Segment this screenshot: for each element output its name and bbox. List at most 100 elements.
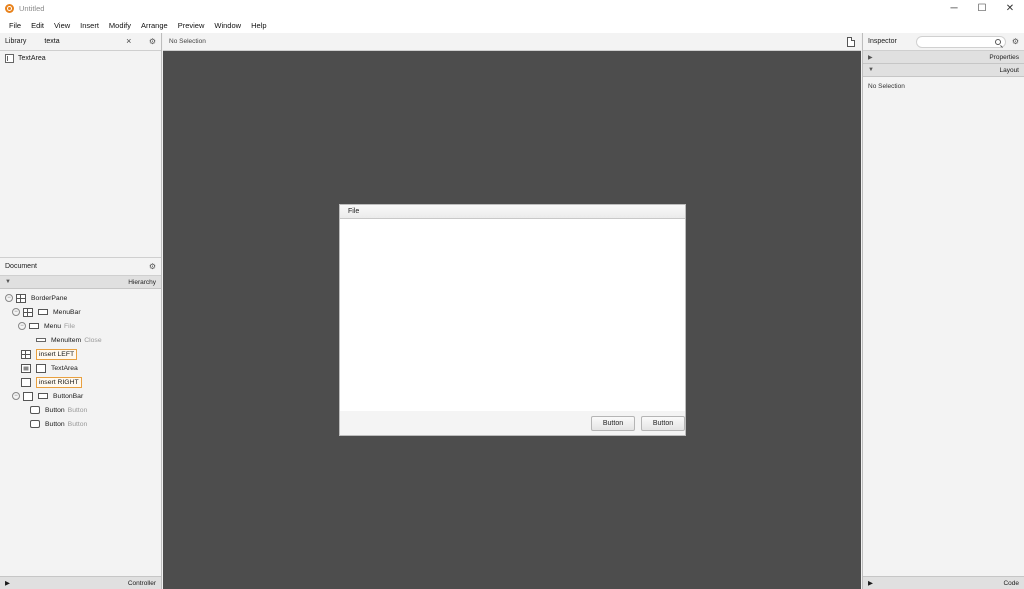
library-title: Library [5,38,27,45]
expand-arrow-icon: ▶ [5,580,10,587]
library-item-textarea[interactable]: TextArea [0,51,161,65]
collapse-toggle-icon[interactable]: − [18,322,26,330]
library-item-label: TextArea [18,54,46,62]
tree-hint: File [64,322,75,330]
tree-label: TextArea [51,364,78,372]
library-search-input[interactable] [44,38,125,45]
inspector-title: Inspector [868,38,897,45]
expand-arrow-icon: ▶ [868,54,873,61]
clear-search-icon[interactable]: × [126,35,131,48]
library-header: Library × ⚙ [0,33,161,51]
inspector-panel: Inspector ⚙ ▶ Properties ▼ Layout No Sel… [862,33,1024,589]
content-canvas[interactable]: No Selection File Button Button [163,33,861,589]
code-bar[interactable]: ▶ Code [863,576,1024,589]
menubar-icon [38,309,48,315]
document-gear-icon[interactable]: ⚙ [149,262,156,271]
hierarchy-label: Hierarchy [128,278,156,286]
collapse-toggle-icon[interactable]: − [5,294,13,302]
left-panel: Library × ⚙ TextArea Document ⚙ ▼ Hierar… [0,33,162,589]
menubar-small-icon [23,307,33,317]
menu-bar: File Edit View Insert Modify Arrange Pre… [0,17,1024,33]
button-icon [30,406,40,414]
tree-label: ButtonBar [53,392,84,400]
document-icon[interactable] [847,36,855,47]
tree-hint: Button [67,406,88,414]
collapse-toggle-icon[interactable]: − [12,392,20,400]
tree-hint: Button [67,420,88,428]
menu-insert[interactable]: Insert [75,21,104,30]
menu-arrange[interactable]: Arrange [136,21,173,30]
menu-preview[interactable]: Preview [173,21,210,30]
library-search: × [38,35,135,48]
borderpane-icon [16,293,26,303]
tree-row[interactable]: insert LEFT [0,347,161,361]
tree-row[interactable]: − MenuBar [0,305,161,319]
menu-window[interactable]: Window [209,21,246,30]
tree-label: Menu [44,322,62,330]
minimize-button[interactable]: ─ [940,0,968,17]
library-gear-icon[interactable]: ⚙ [149,37,156,46]
menuitem-icon [36,338,46,342]
code-label: Code [1003,579,1019,587]
tree-row[interactable]: Button Button [0,403,161,417]
preview-textarea[interactable] [340,219,685,412]
tree-insert-label: insert LEFT [36,348,78,360]
layout-label: Layout [999,66,1019,74]
preview-button-1[interactable]: Button [591,415,635,431]
tree-row[interactable]: − BorderPane [0,291,161,305]
menu-view[interactable]: View [49,21,75,30]
menu-icon [29,323,39,329]
tree-label: MenuBar [53,308,81,316]
search-icon [994,38,1001,45]
expand-arrow-icon: ▼ [5,279,11,285]
menu-edit[interactable]: Edit [26,21,49,30]
window-titlebar: Untitled ─ ☐ ✕ [0,0,1024,17]
buttonbar-icon [38,393,48,399]
tree-row[interactable]: TextArea [0,361,161,375]
canvas-header: No Selection [163,33,861,51]
textarea-slot-icon [21,363,31,373]
tree-row[interactable]: − Menu File [0,319,161,333]
inspector-gear-icon[interactable]: ⚙ [1012,37,1019,46]
inspector-search-input[interactable] [915,35,1006,48]
inspector-no-selection: No Selection [868,83,905,90]
maximize-button[interactable]: ☐ [968,0,996,17]
tree-label: MenuItem [51,336,82,344]
tree-hint: Close [84,336,102,344]
preview-menu-file[interactable]: File [348,208,359,215]
tree-row[interactable]: insert RIGHT [0,375,161,389]
tree-row[interactable]: MenuItem Close [0,333,161,347]
insert-left-icon [21,349,31,359]
preview-button-2[interactable]: Button [641,415,685,431]
inspector-header: Inspector ⚙ [863,33,1024,51]
document-title: Document [5,263,37,270]
tree-label: Button [45,406,65,414]
insert-right-icon [21,377,31,387]
buttonbar-slot-icon [23,391,33,401]
tree-insert-label: insert RIGHT [36,376,82,388]
tree-row[interactable]: Button Button [0,417,161,431]
tree-label: Button [45,420,65,428]
collapse-toggle-icon[interactable]: − [12,308,20,316]
menu-modify[interactable]: Modify [104,21,136,30]
window-controls: ─ ☐ ✕ [940,0,1024,17]
controller-label: Controller [127,579,156,587]
layout-bar[interactable]: ▼ Layout [863,64,1024,77]
menu-file[interactable]: File [4,21,26,30]
hierarchy-tree: − BorderPane − MenuBar − Menu File MenuI… [0,289,161,431]
properties-bar[interactable]: ▶ Properties [863,51,1024,64]
window-title: Untitled [19,4,45,13]
expand-arrow-icon: ▼ [868,67,874,73]
controller-bar[interactable]: ▶ Controller [0,576,161,589]
preview-menubar[interactable]: File [340,205,685,219]
expand-arrow-icon: ▶ [868,580,873,587]
button-icon [30,420,40,428]
menu-help[interactable]: Help [246,21,271,30]
hierarchy-bar[interactable]: ▼ Hierarchy [0,276,161,289]
preview-buttonbar: Button Button [340,411,685,435]
close-button[interactable]: ✕ [996,0,1024,17]
layout-preview[interactable]: File Button Button [339,204,686,436]
tree-row[interactable]: − ButtonBar [0,389,161,403]
textarea-icon [36,363,46,373]
textarea-icon [5,53,14,63]
